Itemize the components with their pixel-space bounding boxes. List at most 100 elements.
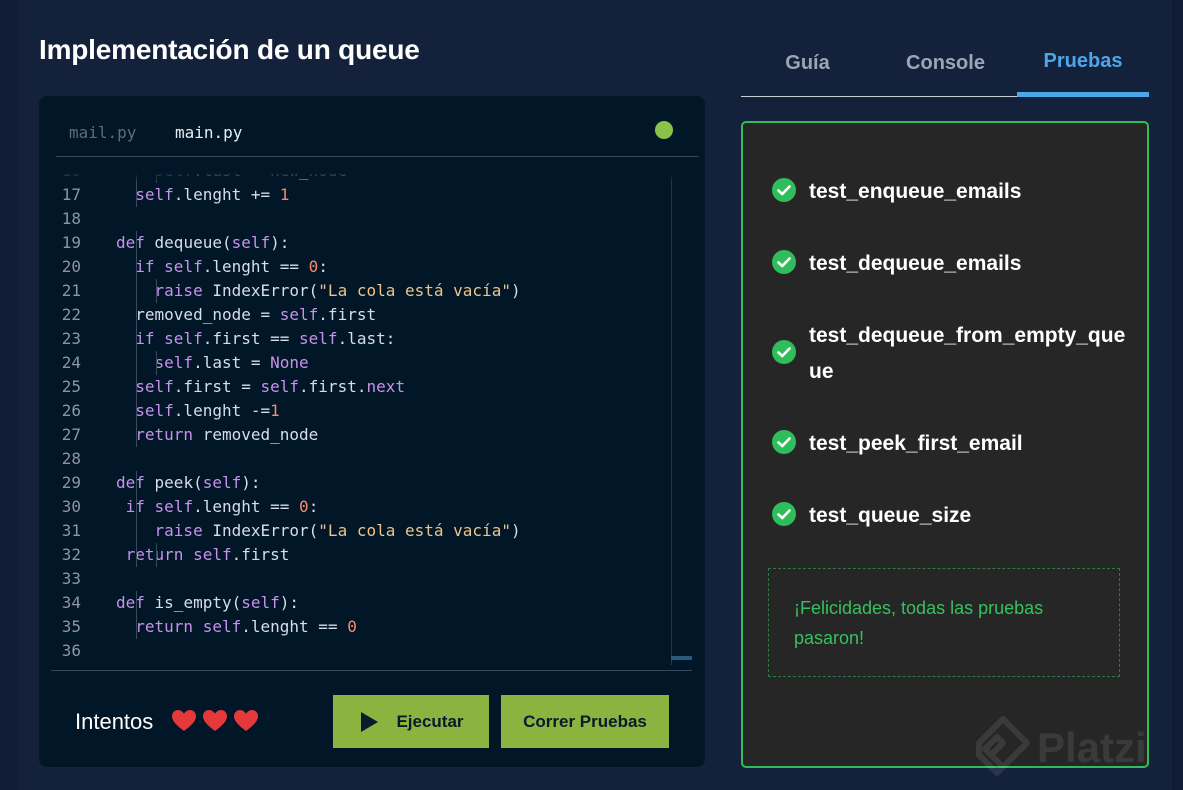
code-text: raise IndexError("La cola está vacía") — [154, 281, 521, 300]
editor-footer: Intentos Ejecutar Correr Pruebas — [39, 671, 705, 767]
code-text: def dequeue(self): — [116, 233, 290, 252]
code-text: if self.first == self.last: — [135, 329, 396, 348]
code-line: 29 def peek(self): — [51, 471, 671, 495]
test-result-item: test_dequeue_emails — [771, 246, 1127, 282]
test-name: test_dequeue_from_empty_queue — [809, 324, 1126, 383]
play-icon — [361, 711, 379, 732]
heart-icon — [203, 710, 227, 731]
code-text: removed_node = self.first — [116, 305, 377, 324]
heart-icon — [234, 710, 258, 731]
code-line: 33 — [51, 567, 671, 591]
test-name: test_dequeue_emails — [809, 252, 1022, 275]
line-number: 19 — [61, 233, 81, 252]
code-line: 28 — [51, 447, 671, 471]
indent-guide — [156, 543, 157, 567]
code-text: self.first = self.first.next — [135, 377, 405, 396]
test-result-item: test_queue_size — [771, 498, 1127, 534]
indent-guide — [136, 231, 137, 447]
indent-guide — [136, 471, 137, 567]
line-number: 26 — [61, 401, 81, 420]
code-line: 34 def is_empty(self): — [51, 591, 671, 615]
line-number: 33 — [61, 569, 81, 588]
line-number: 24 — [61, 353, 81, 372]
code-line: 17 self.lenght += 1 — [51, 183, 671, 207]
line-number: 18 — [61, 209, 81, 228]
line-number: 17 — [61, 185, 81, 204]
platzi-watermark: Platzi — [975, 715, 1147, 781]
code-line: 21 raise IndexError("La cola está vacía"… — [51, 279, 671, 303]
code-line: 24 self.last = None — [51, 351, 671, 375]
code-text: return removed_node — [135, 425, 319, 444]
run-button-label: Ejecutar — [396, 711, 464, 731]
code-editor: mail.py main.py 16 self.last = new_node1… — [39, 96, 705, 767]
code-line: 18 — [51, 207, 671, 231]
tab-guia[interactable]: Guía — [741, 52, 874, 75]
code-line: 22 removed_node = self.first — [51, 303, 671, 327]
run-tests-button[interactable]: Correr Pruebas — [501, 695, 669, 748]
line-number: 21 — [61, 281, 81, 300]
check-circle-icon — [772, 178, 796, 202]
code-line: 27 return removed_node — [51, 423, 671, 447]
line-number: 28 — [61, 449, 81, 468]
code-text: def size(self): — [116, 663, 261, 668]
code-line: 20 if self.lenght == 0: — [51, 255, 671, 279]
indent-guide — [156, 351, 157, 375]
line-number: 22 — [61, 305, 81, 324]
line-number: 23 — [61, 329, 81, 348]
check-circle-icon — [772, 340, 796, 364]
test-result-item: test_enqueue_emails — [771, 174, 1127, 210]
vertical-scrollbar-track[interactable] — [671, 176, 672, 665]
status-dot-icon — [655, 121, 673, 139]
code-line: 30 if self.lenght == 0: — [51, 495, 671, 519]
code-area[interactable]: 16 self.last = new_node17 self.lenght +=… — [51, 173, 692, 668]
run-tests-button-label: Correr Pruebas — [523, 711, 647, 731]
success-message-box: ¡Felicidades, todas las pruebas pasaron! — [768, 568, 1120, 677]
test-results-panel: test_enqueue_emails test_dequeue_emails … — [741, 121, 1149, 768]
scroll-shadow — [51, 173, 692, 183]
check-circle-icon — [772, 502, 796, 526]
line-number: 25 — [61, 377, 81, 396]
success-message: ¡Felicidades, todas las pruebas pasaron! — [794, 598, 1044, 648]
panel-tabs: Guía Console Pruebas — [741, 40, 1149, 97]
line-number: 35 — [61, 617, 81, 636]
line-number: 27 — [61, 425, 81, 444]
code-line: 26 self.lenght -=1 — [51, 399, 671, 423]
test-name: test_enqueue_emails — [809, 180, 1022, 203]
code-text: def peek(self): — [116, 473, 261, 492]
code-text: if self.lenght == 0: — [126, 497, 319, 516]
code-text: self.lenght -=1 — [135, 401, 280, 420]
code-line: 35 return self.lenght == 0 — [51, 615, 671, 639]
page-title: Implementación de un queue — [39, 34, 420, 65]
line-number: 29 — [61, 473, 81, 492]
scrollbar-thumb[interactable] — [671, 656, 692, 660]
test-result-item: test_peek_first_email — [771, 426, 1127, 462]
check-circle-icon — [772, 430, 796, 454]
tab-pruebas[interactable]: Pruebas — [1017, 50, 1149, 73]
line-number: 30 — [61, 497, 81, 516]
code-line: 19 def dequeue(self): — [51, 231, 671, 255]
indent-guide — [156, 279, 157, 303]
test-result-item: test_dequeue_from_empty_queue — [771, 318, 1127, 390]
line-number: 36 — [61, 641, 81, 660]
run-button[interactable]: Ejecutar — [333, 695, 489, 748]
code-line: 31 raise IndexError("La cola está vacía"… — [51, 519, 671, 543]
file-tab-main[interactable]: main.py — [175, 123, 242, 142]
line-number: 37 — [51, 663, 81, 668]
heart-icon — [172, 710, 196, 731]
watermark-text: Platzi — [1037, 724, 1147, 771]
tab-console[interactable]: Console — [879, 52, 1012, 75]
line-number: 34 — [61, 593, 81, 612]
code-line: 37 def size(self): — [51, 663, 671, 668]
indent-guide — [136, 591, 137, 639]
code-line: 25 self.first = self.first.next — [51, 375, 671, 399]
active-tab-indicator — [1017, 92, 1149, 97]
code-text: if self.lenght == 0: — [135, 257, 328, 276]
code-text: raise IndexError("La cola está vacía") — [154, 521, 521, 540]
code-text: self.lenght += 1 — [135, 185, 290, 204]
code-line: 32 return self.first — [51, 543, 671, 567]
test-name: test_queue_size — [809, 504, 972, 527]
line-number: 32 — [61, 545, 81, 564]
platzi-logo-icon — [976, 716, 1030, 776]
code-text: return self.first — [125, 545, 290, 564]
file-tab-mail[interactable]: mail.py — [69, 123, 136, 142]
